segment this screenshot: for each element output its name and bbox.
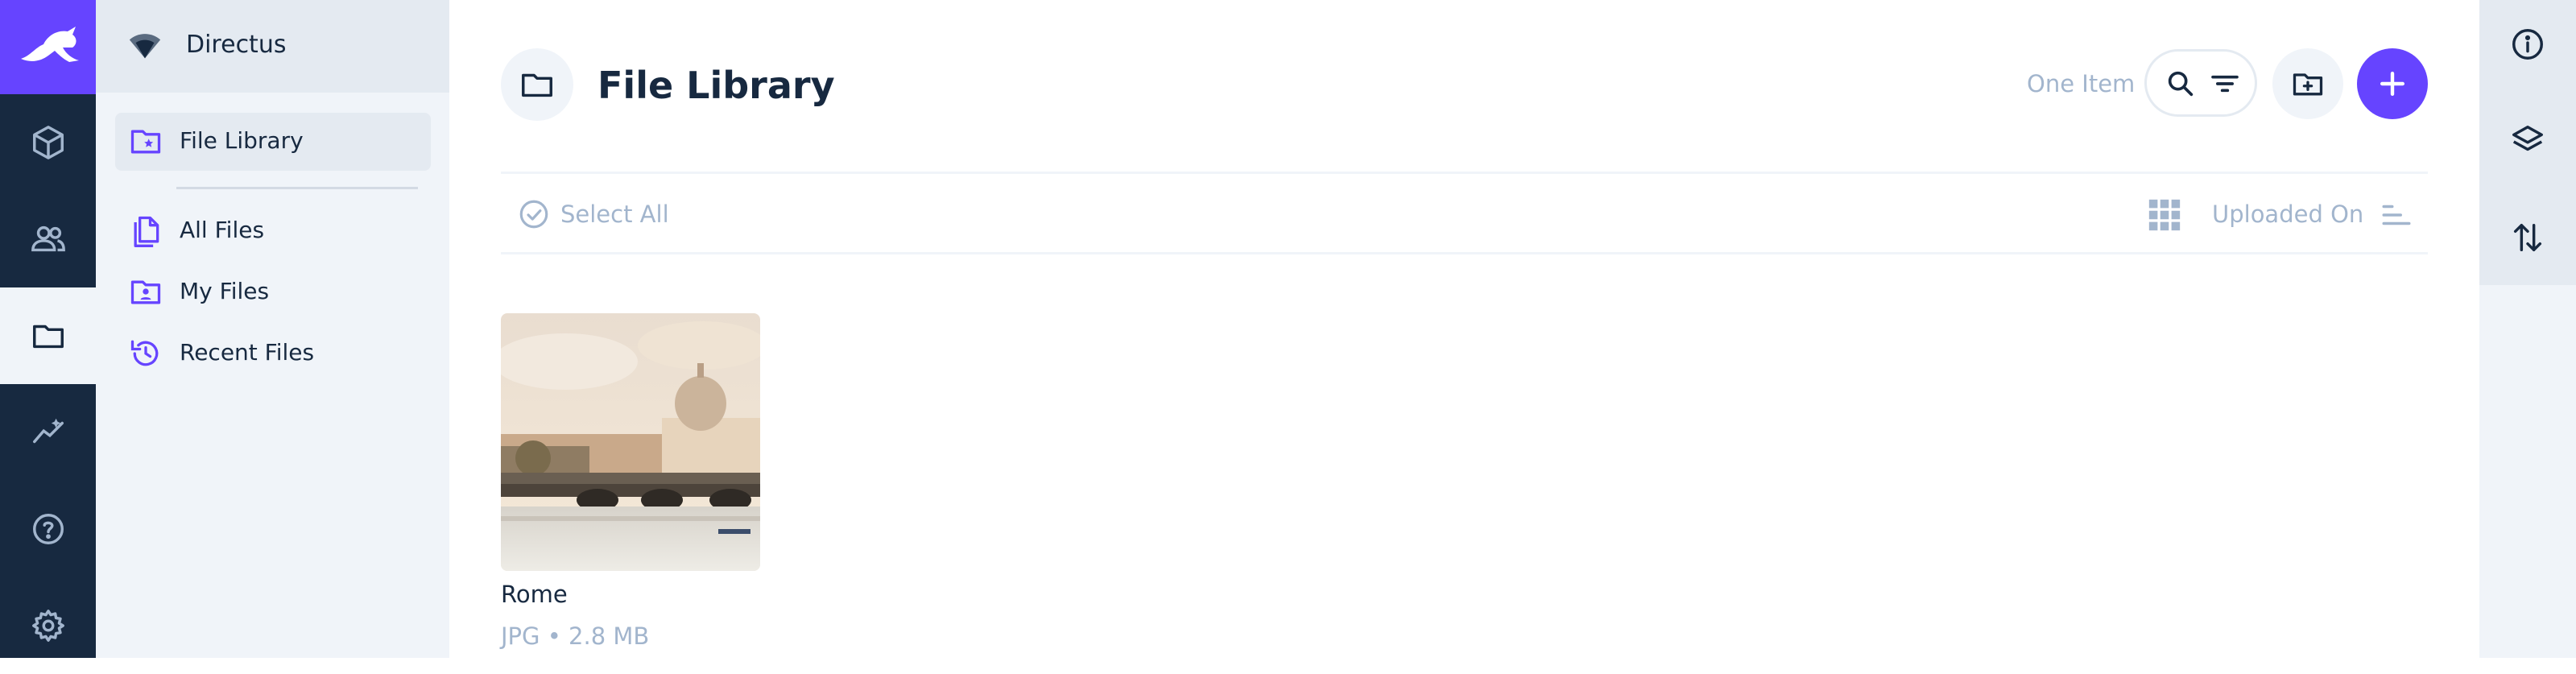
- nav-item-file-library[interactable]: File Library: [115, 113, 431, 171]
- nav-item-label: All Files: [180, 217, 265, 243]
- info-icon: [2512, 29, 2543, 60]
- file-meta: JPG • 2.8 MB: [501, 622, 650, 650]
- files-icon: [134, 216, 159, 247]
- nav-divider: [176, 187, 418, 189]
- module-files[interactable]: [0, 287, 96, 384]
- plus-icon: [2380, 71, 2405, 97]
- rome-photo: [501, 313, 760, 571]
- module-insights[interactable]: [0, 384, 96, 481]
- insights-icon: [32, 418, 64, 444]
- directus-logo[interactable]: [0, 0, 96, 94]
- filter-icon[interactable]: [2208, 68, 2242, 100]
- folder-icon: [32, 325, 64, 349]
- info-button[interactable]: [2479, 0, 2576, 89]
- navigation-sidebar: Directus File Library All Files My Files…: [96, 0, 449, 658]
- folder-user-icon: [130, 280, 161, 304]
- project-logo-icon: [129, 34, 161, 59]
- file-title: Rome: [501, 581, 568, 608]
- module-help[interactable]: [0, 481, 96, 577]
- layers-icon: [2512, 126, 2543, 151]
- nav-item-my-files[interactable]: My Files: [115, 263, 527, 321]
- import-export-button[interactable]: [2479, 193, 2576, 282]
- project-header[interactable]: Directus: [96, 0, 449, 93]
- import-export-icon: [2513, 223, 2542, 252]
- nav-item-label: My Files: [180, 278, 270, 304]
- help-icon: [32, 514, 64, 544]
- module-content[interactable]: [0, 94, 96, 191]
- history-icon: [130, 340, 159, 366]
- layout-options-button[interactable]: [2479, 97, 2576, 185]
- module-settings[interactable]: [0, 577, 96, 674]
- sort-field-select[interactable]: Uploaded On: [2212, 198, 2363, 230]
- users-icon: [31, 225, 65, 252]
- project-name: Directus: [186, 31, 287, 59]
- create-folder-button[interactable]: [2272, 48, 2343, 119]
- select-all-label: Select All: [560, 201, 669, 228]
- nav-item-recent-files[interactable]: Recent Files: [115, 325, 527, 382]
- title-icon-button[interactable]: [501, 48, 573, 121]
- module-bar: [0, 0, 96, 658]
- nav-item-label: File Library: [180, 127, 304, 154]
- item-count: One Item: [2027, 70, 2136, 97]
- cube-icon: [32, 126, 64, 159]
- search-icon[interactable]: [2165, 68, 2197, 100]
- layout-toolbar: Select All Uploaded On: [501, 172, 2428, 254]
- grid-size-icon[interactable]: [2146, 196, 2183, 234]
- folder-special-icon: [130, 130, 161, 154]
- rabbit-logo-icon: [20, 26, 79, 62]
- search-filter-bar[interactable]: [2144, 49, 2257, 117]
- sort-direction-icon[interactable]: [2380, 198, 2413, 232]
- module-users[interactable]: [0, 191, 96, 287]
- gear-icon: [31, 610, 64, 642]
- page-title: File Library: [597, 64, 835, 107]
- file-thumbnail[interactable]: [501, 313, 760, 571]
- nav-item-all-files[interactable]: All Files: [115, 202, 527, 260]
- add-file-button[interactable]: [2357, 48, 2428, 119]
- create-folder-icon: [2293, 73, 2323, 96]
- select-all-button[interactable]: Select All: [517, 196, 669, 232]
- folder-icon: [522, 73, 552, 97]
- check-circle-icon: [519, 200, 548, 229]
- sidebar-right: [2479, 0, 2576, 658]
- nav-item-label: Recent Files: [180, 339, 315, 366]
